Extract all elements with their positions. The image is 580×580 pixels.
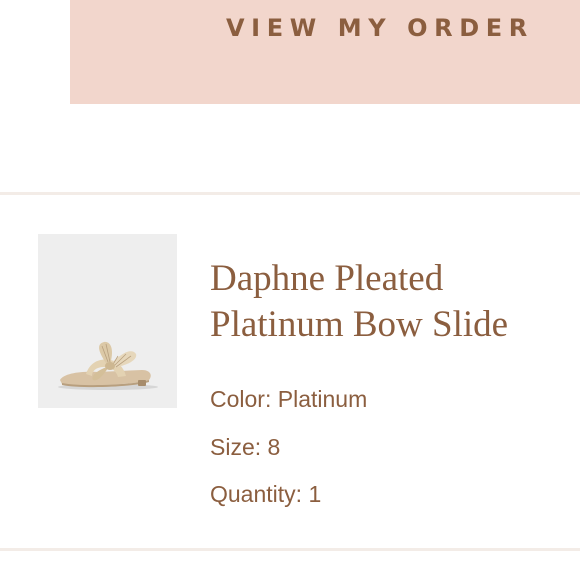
quantity-value: 1 (308, 481, 322, 507)
view-order-link[interactable]: VIEW MY ORDER (226, 14, 534, 42)
color-value: Platinum (277, 386, 368, 412)
product-title[interactable]: Daphne Pleated Platinum Bow Slide (210, 256, 575, 348)
color-label: Color: (210, 386, 272, 412)
product-quantity: Quantity: 1 (210, 481, 321, 508)
product-size: Size: 8 (210, 434, 280, 461)
divider-top (0, 192, 580, 195)
quantity-label: Quantity: (210, 481, 303, 507)
product-thumbnail[interactable] (38, 234, 177, 408)
product-color: Color: Platinum (210, 386, 367, 413)
size-value: 8 (267, 434, 281, 460)
size-label: Size: (210, 434, 262, 460)
divider-bottom (0, 548, 580, 551)
sandal-image (58, 341, 158, 390)
